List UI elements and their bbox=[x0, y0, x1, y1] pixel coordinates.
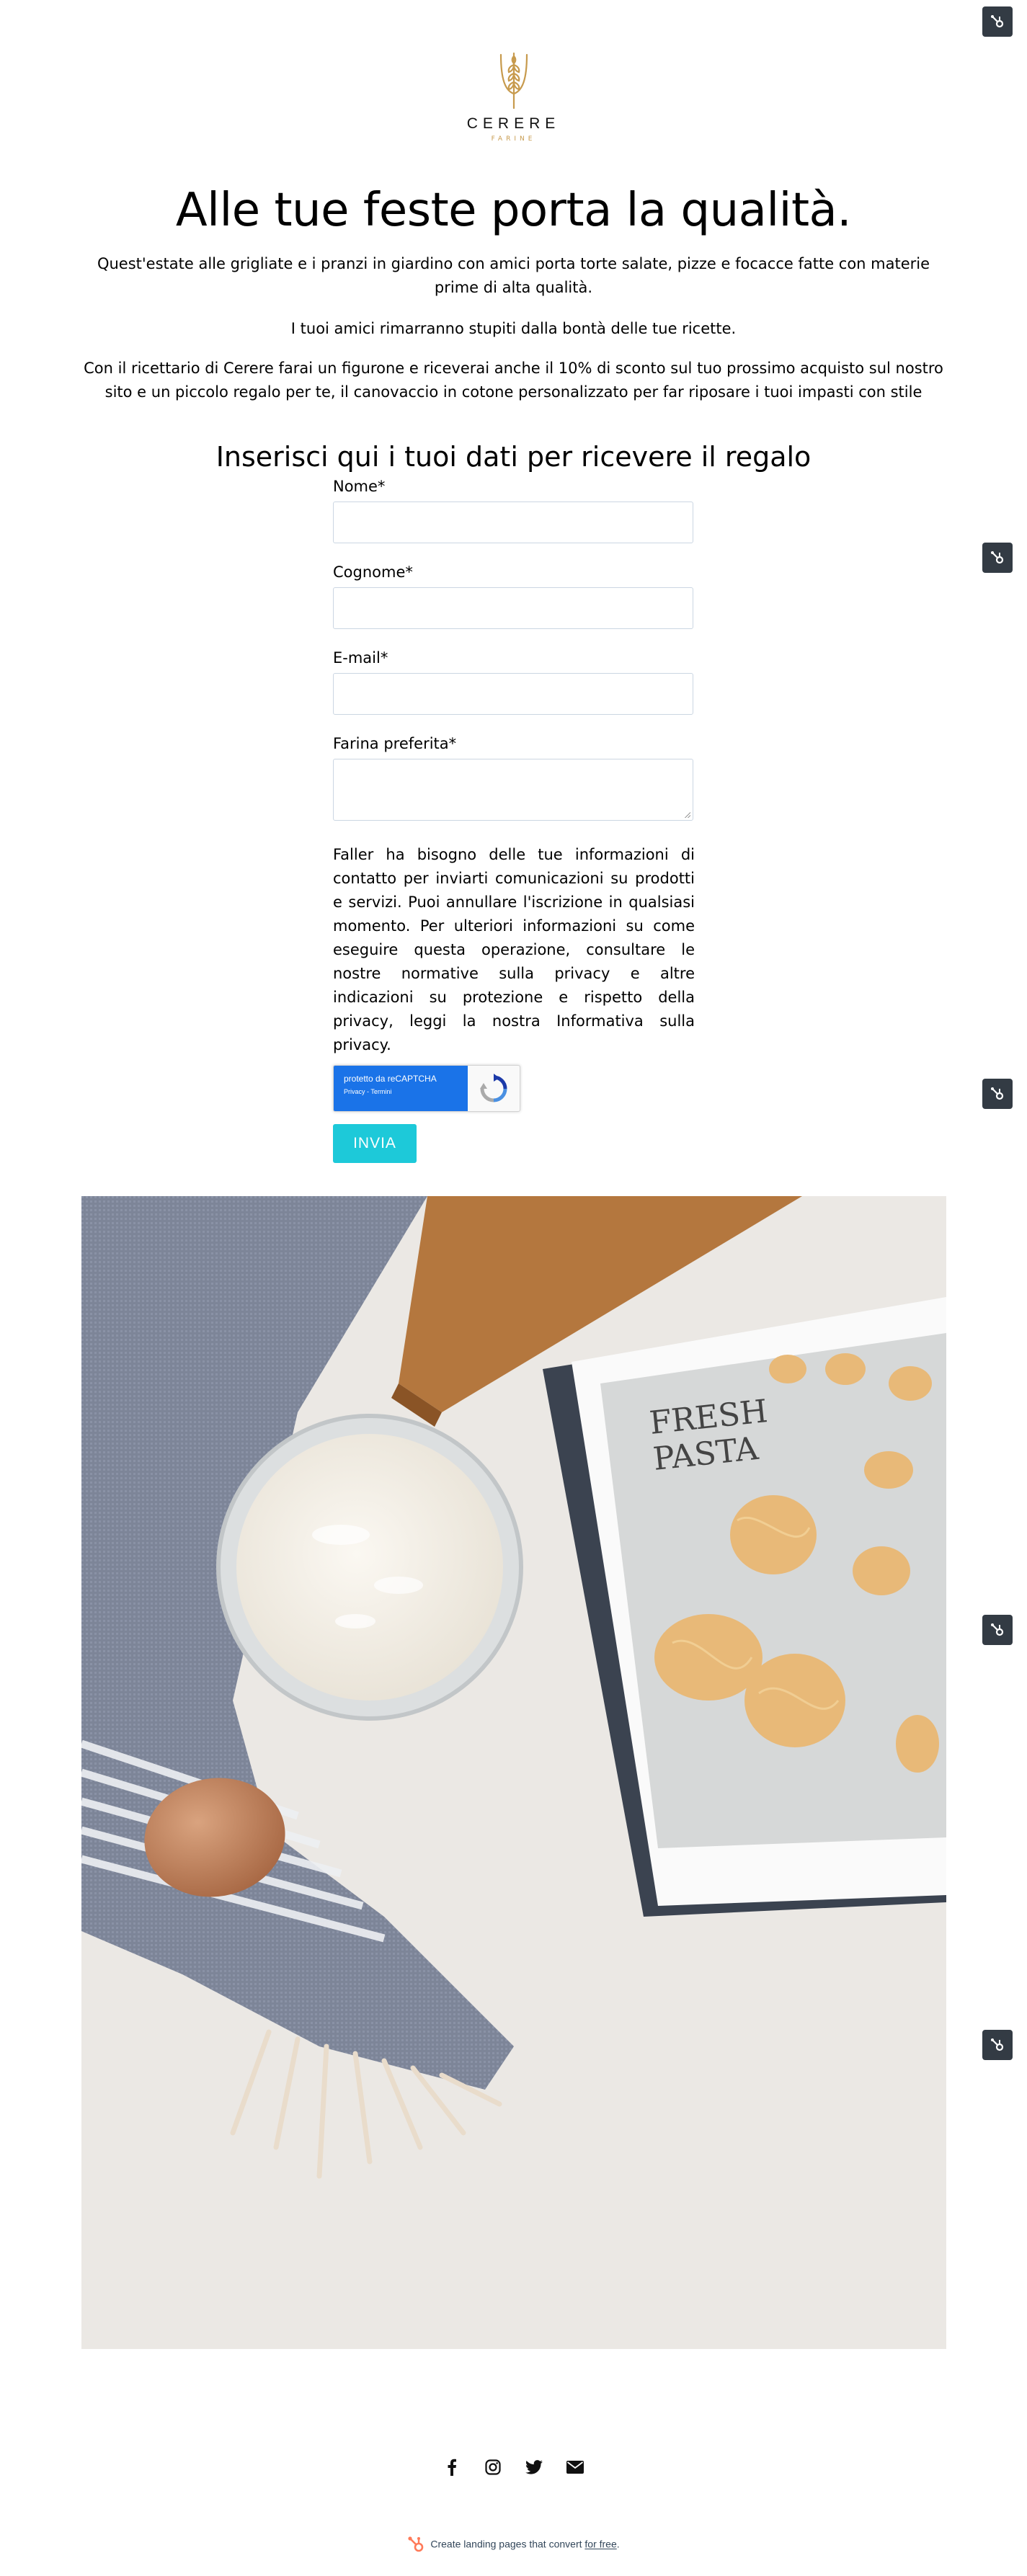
field-email: E-mail* bbox=[333, 647, 693, 715]
hubspot-module-badge[interactable] bbox=[982, 1079, 1013, 1109]
hubspot-module-badge[interactable] bbox=[982, 2030, 1013, 2060]
farina-textarea[interactable] bbox=[333, 759, 693, 821]
recaptcha-protected-label: protetto da reCAPTCHA bbox=[344, 1074, 437, 1084]
social-links bbox=[0, 2455, 1027, 2479]
intro-paragraph-1: Quest'estate alle grigliate e i pranzi i… bbox=[97, 255, 930, 296]
hubspot-footer: Create landing pages that convert for fr… bbox=[0, 2536, 1027, 2554]
email-input[interactable] bbox=[333, 673, 693, 715]
nome-input[interactable] bbox=[333, 502, 693, 543]
field-label-nome: Nome* bbox=[333, 478, 386, 495]
footer-link[interactable]: for free bbox=[584, 2539, 616, 2550]
resize-handle-icon[interactable] bbox=[685, 812, 690, 818]
hubspot-module-badge[interactable] bbox=[982, 543, 1013, 573]
field-cognome: Cognome* bbox=[333, 561, 693, 629]
hubspot-sprocket-icon bbox=[991, 1087, 1004, 1100]
field-label-farina: Farina preferita* bbox=[333, 735, 457, 752]
submit-button[interactable]: INVIA bbox=[333, 1124, 417, 1163]
facebook-icon[interactable] bbox=[432, 2455, 473, 2479]
privacy-notice: Faller ha bisogno delle tue informazioni… bbox=[333, 846, 695, 1053]
brand-name: CERERE bbox=[466, 115, 561, 132]
brand-tagline: FARINE bbox=[491, 135, 536, 143]
field-farina: Farina preferita* bbox=[333, 733, 693, 821]
wheat-logo-icon bbox=[499, 52, 528, 110]
recaptcha-links[interactable]: Privacy - Termini bbox=[344, 1088, 468, 1095]
intro-paragraph-2: I tuoi amici rimarranno stupiti dalla bo… bbox=[290, 320, 737, 337]
recaptcha-text-panel: protetto da reCAPTCHA Privacy - Termini bbox=[334, 1066, 468, 1111]
hubspot-sprocket-icon bbox=[991, 2038, 1004, 2051]
footer-suffix: . bbox=[616, 2538, 620, 2550]
field-nome: Nome* bbox=[333, 476, 693, 543]
field-label-cognome: Cognome* bbox=[333, 563, 413, 581]
recaptcha-badge[interactable]: protetto da reCAPTCHA Privacy - Termini bbox=[333, 1065, 520, 1112]
hubspot-sprocket-icon bbox=[408, 2536, 424, 2552]
page-title: Alle tue feste porta la qualità. bbox=[175, 184, 852, 237]
hubspot-sprocket-icon bbox=[991, 1623, 1004, 1636]
baking-still-life-illustration: FRESH PASTA bbox=[81, 1196, 946, 2349]
hubspot-sprocket-icon bbox=[991, 15, 1004, 28]
email-icon[interactable] bbox=[555, 2455, 596, 2479]
form-title: Inserisci qui i tuoi dati per ricevere i… bbox=[215, 441, 812, 473]
hubspot-module-badge[interactable] bbox=[982, 6, 1013, 37]
hubspot-module-badge[interactable] bbox=[982, 1615, 1013, 1645]
cognome-input[interactable] bbox=[333, 587, 693, 629]
footer-text: Create landing pages that convert bbox=[430, 2538, 585, 2550]
instagram-icon[interactable] bbox=[473, 2455, 514, 2479]
hero-image: FRESH PASTA bbox=[81, 1196, 946, 2349]
hubspot-sprocket-icon bbox=[991, 551, 1004, 564]
recaptcha-logo bbox=[468, 1066, 520, 1111]
twitter-icon[interactable] bbox=[514, 2455, 555, 2479]
recaptcha-icon bbox=[480, 1073, 507, 1102]
brand-logo[interactable]: CERERE FARINE bbox=[0, 50, 1027, 143]
field-label-email: E-mail* bbox=[333, 649, 388, 667]
intro-paragraph-3: Con il ricettario di Cerere farai un fig… bbox=[84, 360, 943, 401]
